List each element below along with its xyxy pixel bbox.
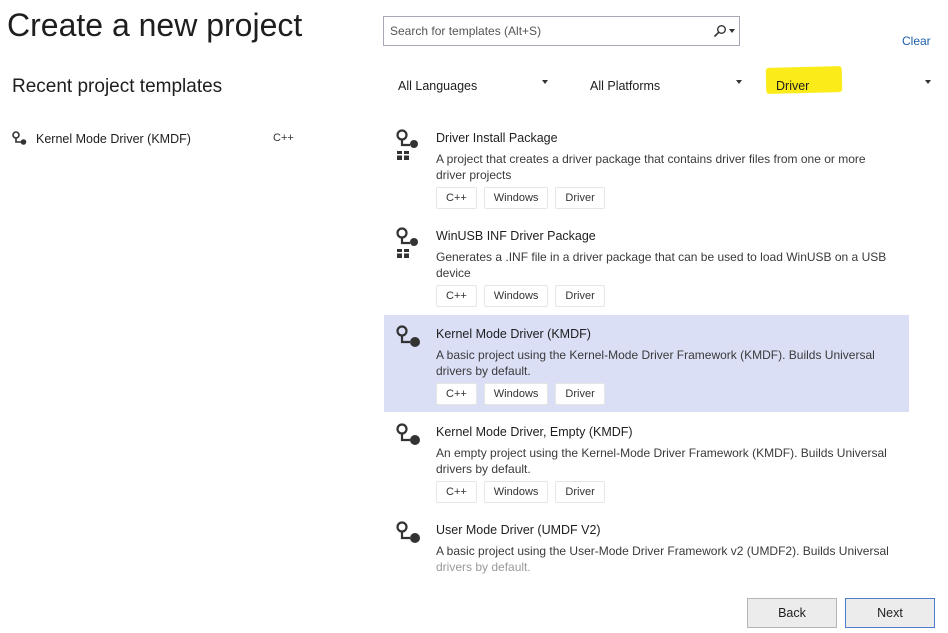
driver-icon (396, 423, 420, 445)
language-tag: C++ (436, 187, 477, 209)
chevron-down-icon (925, 80, 931, 84)
driver-package-icon (396, 129, 418, 160)
platform-filter-value: All Platforms (590, 79, 661, 93)
template-item-selected[interactable]: Kernel Mode Driver (KMDF) A basic projec… (384, 315, 909, 412)
project-type-filter-value: Driver (776, 79, 810, 93)
platform-tag: Windows (483, 481, 549, 503)
platform-tag: Windows (483, 187, 549, 209)
template-title: Kernel Mode Driver (KMDF) (436, 327, 591, 341)
template-description: A basic project using the Kernel-Mode Dr… (436, 348, 875, 378)
language-tag: C++ (436, 481, 477, 503)
clear-filters-link[interactable]: Clear (902, 34, 931, 48)
template-title: User Mode Driver (UMDF V2) (436, 523, 601, 537)
project-type-tag: Driver (555, 383, 605, 405)
template-description-line: drivers by default. (436, 560, 531, 574)
back-button[interactable]: Back (747, 598, 837, 628)
search-icon[interactable] (713, 24, 727, 38)
language-filter-dropdown[interactable]: All Languages (392, 74, 550, 98)
search-input[interactable] (388, 17, 709, 45)
chevron-down-icon (736, 80, 742, 84)
project-type-tag: Driver (555, 187, 605, 209)
search-box[interactable] (383, 16, 740, 46)
driver-icon (396, 325, 420, 347)
template-title: Kernel Mode Driver, Empty (KMDF) (436, 425, 633, 439)
platform-tag: Windows (483, 285, 549, 307)
search-options[interactable] (709, 24, 739, 38)
next-button[interactable]: Next (845, 598, 935, 628)
chevron-down-icon (542, 80, 548, 84)
platform-filter-dropdown[interactable]: All Platforms (584, 74, 744, 98)
project-type-filter-dropdown[interactable]: Driver (765, 66, 933, 98)
project-type-tag: Driver (555, 481, 605, 503)
driver-package-icon (396, 227, 418, 258)
page-title: Create a new project (7, 7, 303, 43)
template-description: Generates a .INF file in a driver packag… (436, 250, 887, 280)
language-tag: C++ (436, 285, 477, 307)
project-type-tag: Driver (555, 285, 605, 307)
chevron-down-icon[interactable] (729, 29, 735, 33)
template-title: WinUSB INF Driver Package (436, 229, 596, 243)
driver-icon (12, 131, 27, 145)
template-item[interactable]: WinUSB INF Driver Package Generates a .I… (384, 217, 909, 313)
template-description-line: A basic project using the User-Mode Driv… (436, 544, 889, 558)
recent-template-item[interactable]: Kernel Mode Driver (KMDF) C++ (12, 127, 304, 151)
recent-templates-heading: Recent project templates (12, 76, 223, 97)
recent-template-label: Kernel Mode Driver (KMDF) (36, 132, 191, 146)
language-tag: C++ (263, 130, 304, 146)
template-item[interactable]: Kernel Mode Driver, Empty (KMDF) An empt… (384, 413, 909, 509)
language-filter-value: All Languages (398, 79, 478, 93)
template-description: A basic project using the User-Mode Driv… (436, 543, 896, 575)
template-description: A project that creates a driver package … (436, 152, 866, 182)
template-item[interactable]: Driver Install Package A project that cr… (384, 119, 909, 215)
template-item[interactable]: User Mode Driver (UMDF V2) A basic proje… (384, 511, 909, 575)
driver-icon (396, 521, 420, 543)
platform-tag: Windows (483, 383, 549, 405)
template-description: An empty project using the Kernel-Mode D… (436, 446, 887, 476)
template-title: Driver Install Package (436, 131, 558, 145)
language-tag: C++ (436, 383, 477, 405)
